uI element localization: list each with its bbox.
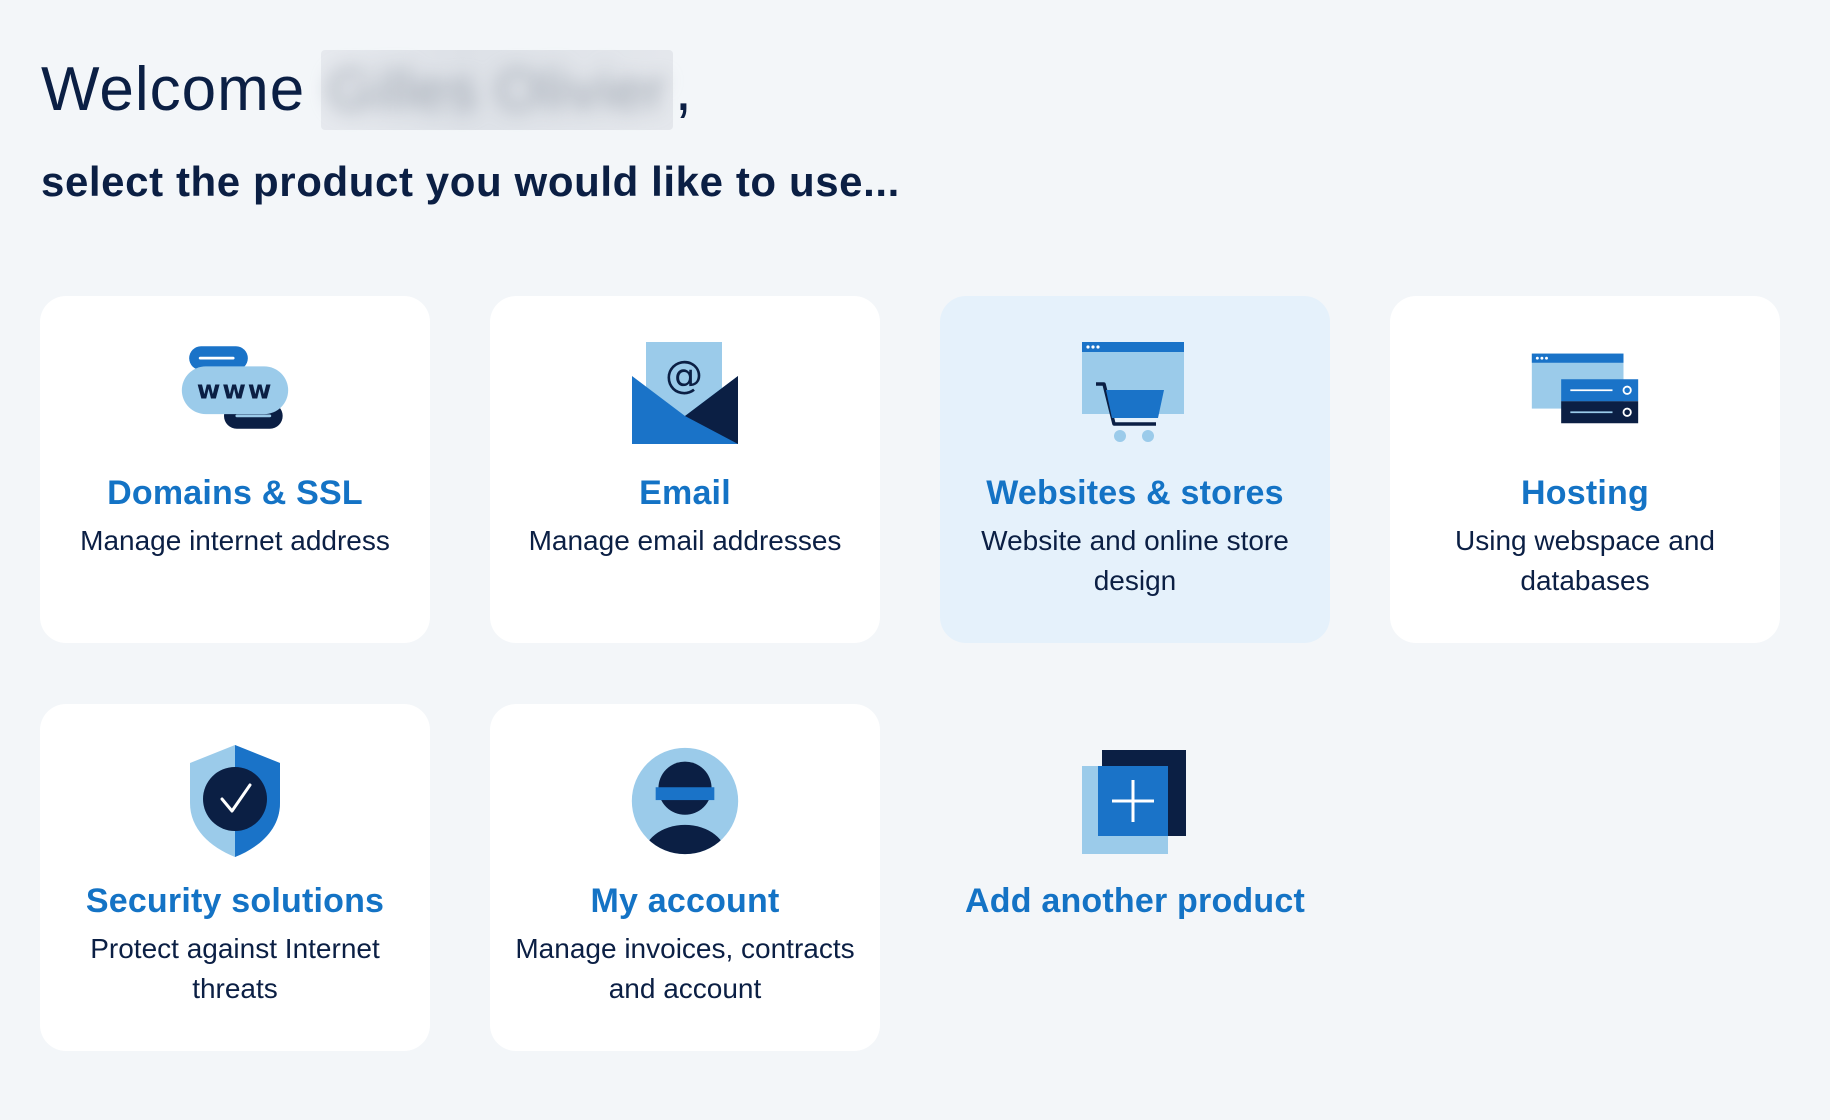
product-description: Manage email addresses <box>528 525 842 556</box>
www-domain-icon: www <box>180 338 290 448</box>
product-title: Domains & SSL <box>107 474 363 512</box>
welcome-header: Welcome Gilles Olivier , select the prod… <box>41 50 900 206</box>
product-card-email[interactable]: @ Email Manage email addresses <box>490 296 880 643</box>
page-subtitle: select the product you would like to use… <box>41 158 900 205</box>
welcome-comma: , <box>674 55 693 124</box>
product-title: Hosting <box>1521 474 1649 512</box>
svg-text:www: www <box>197 376 274 406</box>
product-description: Manage invoices, contracts and account <box>515 933 855 1004</box>
product-card-add[interactable]: Add another product <box>940 704 1330 1051</box>
welcome-text: Welcome <box>41 55 306 124</box>
product-title: My account <box>590 882 780 920</box>
user-name-blurred: Gilles Olivier <box>321 50 673 130</box>
server-stack-icon <box>1530 338 1640 448</box>
product-description: Website and online store design <box>981 525 1289 596</box>
add-square-icon <box>1080 746 1190 856</box>
product-description: Protect against Internet threats <box>90 933 380 1004</box>
product-card-security[interactable]: Security solutions Protect against Inter… <box>40 704 430 1051</box>
welcome-heading: Welcome Gilles Olivier , <box>41 50 900 130</box>
product-description: Manage internet address <box>80 525 390 556</box>
browser-cart-icon <box>1080 338 1190 448</box>
product-description: Using webspace and databases <box>1455 525 1715 596</box>
product-card-domains[interactable]: www Domains & SSL Manage internet addres… <box>40 296 430 643</box>
svg-text:@: @ <box>665 353 703 397</box>
product-title: Security solutions <box>85 882 385 920</box>
product-title: Websites & stores <box>986 474 1284 512</box>
product-card-websites[interactable]: Websites & stores Website and online sto… <box>940 296 1330 643</box>
product-title: Add another product <box>965 882 1305 920</box>
product-title: Email <box>639 474 731 512</box>
envelope-at-icon: @ <box>630 338 740 448</box>
shield-check-icon <box>180 745 290 857</box>
user-avatar-icon <box>630 746 740 856</box>
product-card-hosting[interactable]: Hosting Using webspace and databases <box>1390 296 1780 643</box>
product-card-account[interactable]: My account Manage invoices, contracts an… <box>490 704 880 1051</box>
